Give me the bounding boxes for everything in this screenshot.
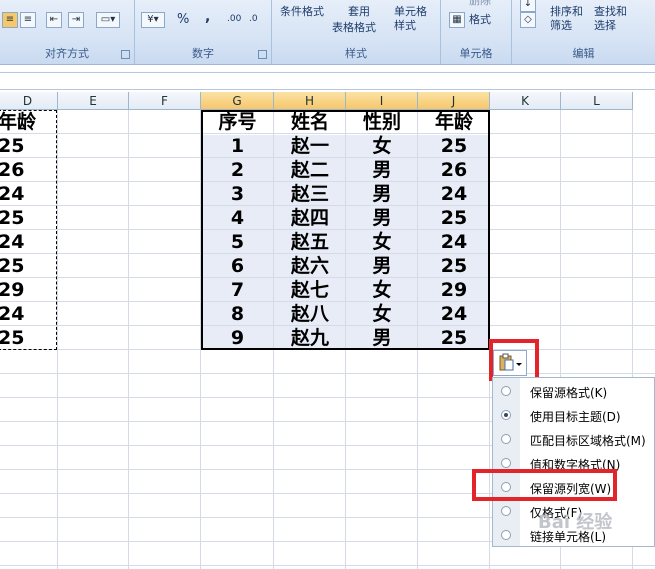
currency-icon[interactable]: ¥▾ bbox=[141, 12, 165, 28]
cells-group-label: 单元格 bbox=[459, 47, 493, 60]
column-header-i[interactable]: I bbox=[346, 92, 418, 110]
merge-center-icon[interactable]: ▭▾ bbox=[96, 12, 120, 28]
pasted-table-border bbox=[201, 110, 490, 350]
find-select-button[interactable]: 查找和 选择 bbox=[594, 5, 627, 33]
radio-icon[interactable] bbox=[501, 410, 511, 420]
paste-option-label: 保留源格式(K) bbox=[530, 386, 608, 400]
styles-group: 条件格式 套用 表格格式 单元格 样式 样式 bbox=[272, 0, 441, 64]
column-header-h[interactable]: H bbox=[274, 92, 346, 110]
number-launcher-icon[interactable] bbox=[258, 50, 267, 59]
increase-indent-icon[interactable]: ⇥ bbox=[68, 12, 84, 28]
format-icon[interactable]: ▦ bbox=[449, 12, 465, 28]
delete-button[interactable]: 删除 bbox=[469, 0, 491, 8]
percent-button[interactable]: % bbox=[177, 13, 189, 27]
apply-label[interactable]: 套用 bbox=[348, 5, 370, 19]
sort-filter-button[interactable]: 排序和 筛选 bbox=[550, 5, 583, 33]
alignment-group-label: 对齐方式 bbox=[45, 47, 89, 60]
increase-decimal-button[interactable]: .00 bbox=[227, 12, 241, 26]
watermark: Bai 经验 bbox=[538, 512, 613, 533]
paste-option-label: 匹配目标区域格式(M) bbox=[530, 434, 646, 448]
paste-option-item[interactable]: 使用目标主题(D) bbox=[493, 404, 654, 428]
align-justify-icon[interactable]: ≡ bbox=[20, 12, 36, 28]
cell-style-button[interactable]: 单元格 样式 bbox=[394, 5, 427, 33]
copy-marquee bbox=[0, 110, 57, 350]
table-format-button[interactable]: 表格格式 bbox=[332, 21, 376, 35]
editing-group-label: 编辑 bbox=[572, 47, 595, 60]
align-left-icon[interactable]: ≡ bbox=[2, 12, 18, 28]
column-header-l[interactable]: L bbox=[561, 92, 633, 110]
grid-hline bbox=[0, 565, 655, 566]
cells-group: 删除 ▦ 格式 单元格 bbox=[441, 0, 512, 64]
paste-option-item[interactable]: 保留源格式(K) bbox=[493, 380, 654, 404]
radio-icon[interactable] bbox=[501, 458, 511, 468]
grid-vline bbox=[57, 110, 58, 569]
column-header-d[interactable]: D bbox=[0, 92, 58, 110]
grid-vline bbox=[128, 110, 129, 569]
radio-icon[interactable] bbox=[501, 434, 511, 444]
clear-icon[interactable]: ◇ bbox=[520, 12, 536, 28]
styles-group-label: 样式 bbox=[345, 47, 367, 60]
column-header-g[interactable]: G bbox=[201, 92, 274, 110]
radio-icon[interactable] bbox=[501, 506, 511, 516]
paste-option-label: 使用目标主题(D) bbox=[530, 410, 621, 424]
number-group-label: 数字 bbox=[192, 47, 214, 60]
number-group: ¥▾ % , .00 .0 数字 bbox=[135, 0, 272, 64]
fill-icon[interactable]: ↓ bbox=[520, 0, 536, 12]
radio-icon[interactable] bbox=[501, 386, 511, 396]
alignment-launcher-icon[interactable] bbox=[121, 50, 130, 59]
ribbon: ≡ ≡ ⇤ ⇥ ▭▾ 对齐方式 ¥▾ % , .00 .0 数字 条件格式 套用… bbox=[0, 0, 655, 65]
column-header-f[interactable]: F bbox=[129, 92, 201, 110]
grid-hline bbox=[0, 373, 655, 374]
conditional-format-button[interactable]: 条件格式 bbox=[280, 5, 324, 19]
editing-group: ↓ ◇ 排序和 筛选 查找和 选择 编辑 bbox=[512, 0, 655, 64]
format-button[interactable]: 格式 bbox=[469, 13, 491, 27]
keep-width-highlight bbox=[472, 469, 617, 501]
alignment-group: ≡ ≡ ⇤ ⇥ ▭▾ 对齐方式 bbox=[0, 0, 135, 64]
comma-button[interactable]: , bbox=[205, 10, 210, 24]
formula-bar-divider bbox=[0, 72, 655, 73]
column-header-j[interactable]: J bbox=[418, 92, 490, 110]
paste-button-highlight bbox=[489, 339, 539, 381]
column-header-e[interactable]: E bbox=[58, 92, 129, 110]
radio-icon[interactable] bbox=[501, 530, 511, 540]
column-header-k[interactable]: K bbox=[490, 92, 561, 110]
paste-option-item[interactable]: 匹配目标区域格式(M) bbox=[493, 428, 654, 452]
decrease-indent-icon[interactable]: ⇤ bbox=[46, 12, 62, 28]
formula-bar-area bbox=[0, 65, 655, 90]
decrease-decimal-button[interactable]: .0 bbox=[249, 12, 258, 26]
